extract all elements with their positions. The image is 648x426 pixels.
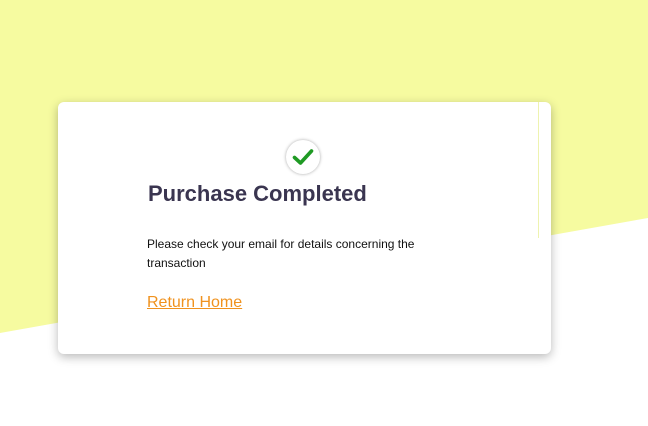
checkmark-icon <box>292 149 314 165</box>
page-title: Purchase Completed <box>148 181 367 206</box>
confirmation-card: Purchase Completed Please check your ema… <box>58 102 551 354</box>
success-badge <box>286 140 320 174</box>
confirmation-message: Please check your email for details conc… <box>147 237 415 270</box>
card-divider <box>538 102 539 238</box>
return-home-link[interactable]: Return Home <box>147 294 242 312</box>
